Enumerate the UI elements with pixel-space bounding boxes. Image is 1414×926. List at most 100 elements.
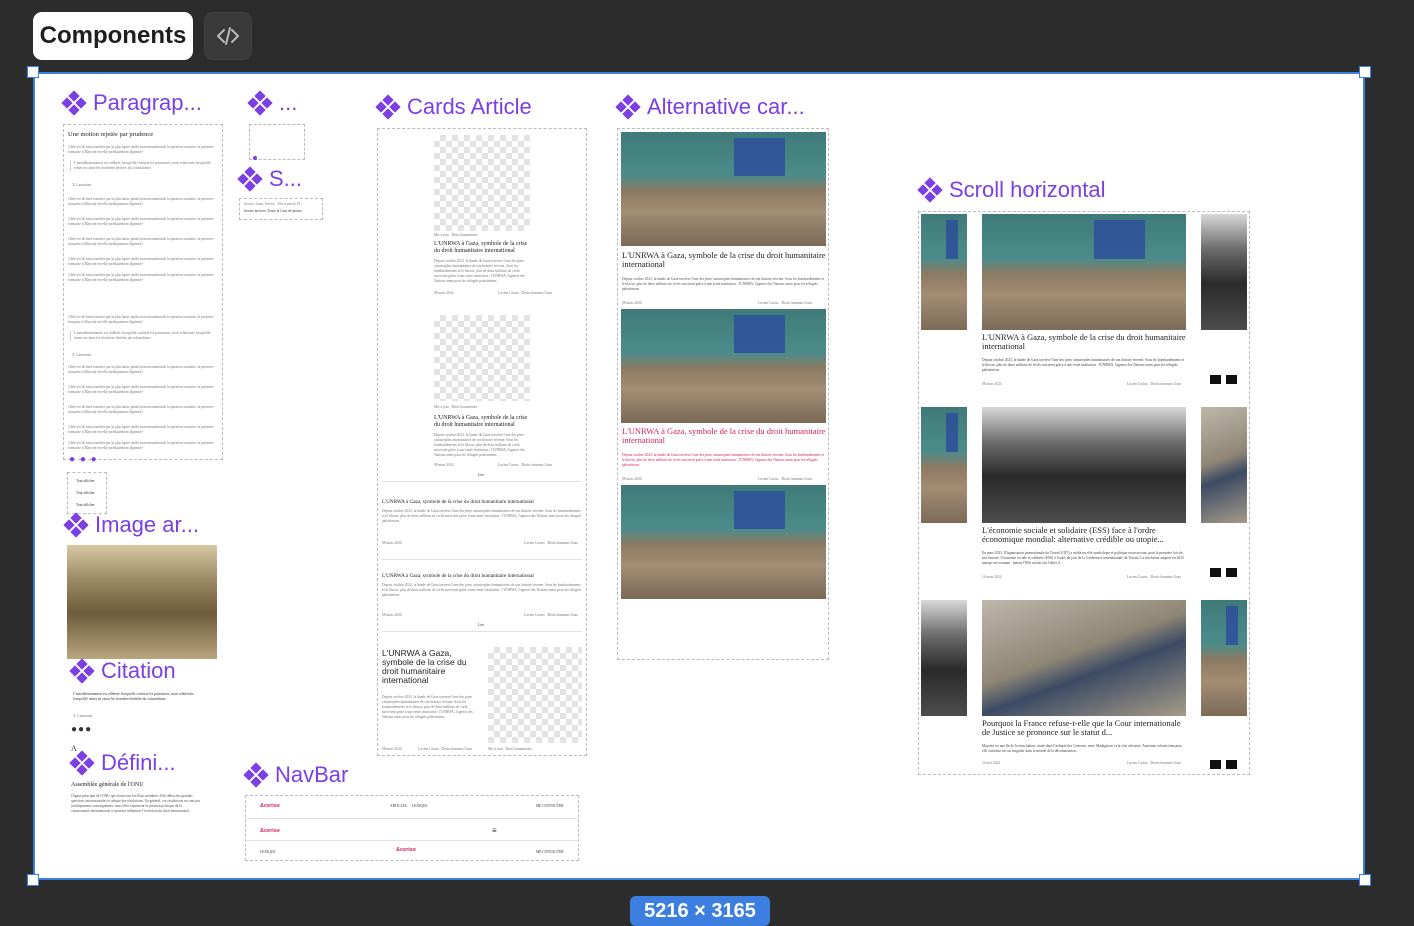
- dots-component[interactable]: [249, 124, 305, 160]
- navbar-logo[interactable]: &cerise: [396, 847, 416, 853]
- show-more-button[interactable]: Tout afficher: [76, 479, 95, 484]
- article-image: [67, 545, 217, 659]
- card-title[interactable]: L'UNRWA à Gaza, symbole de la crise du d…: [982, 333, 1186, 351]
- resize-handle-bottom-left[interactable]: [27, 874, 39, 886]
- resize-handle-top-right[interactable]: [1359, 66, 1371, 78]
- scroll-prev-button[interactable]: [1210, 568, 1221, 577]
- show-more-button[interactable]: Tout afficher: [76, 503, 95, 508]
- article-photo: [621, 485, 826, 599]
- nav-contact-link[interactable]: ME CONTACTER: [536, 850, 564, 855]
- card-title-hover[interactable]: L'UNRWA à Gaza, symbole de la crise du d…: [622, 427, 827, 445]
- article-photo: [982, 600, 1186, 716]
- component-label-citation[interactable]: Citation: [69, 658, 176, 684]
- component-label-image[interactable]: Image ar...: [63, 512, 199, 538]
- card-meta: Mis à jour · Droit humanitaire: [488, 747, 532, 751]
- more-dots-icon: ● ● ●: [69, 454, 98, 465]
- paragraph-text: Cible est de faire trancher par la plus …: [68, 441, 214, 450]
- card-title[interactable]: L'UNRWA à Gaza, symbole de la crise du d…: [434, 415, 534, 429]
- component-icon: [237, 166, 263, 192]
- article-photo: [982, 407, 1186, 523]
- component-icon: [615, 94, 641, 120]
- card-tags: Lucien Cactus · Droits humains Gaza: [758, 301, 812, 305]
- s-line: Justice, Gaza, Unrwa · Mis à jour le 10: [244, 202, 301, 206]
- card-date: 14 mars 2024: [982, 575, 1002, 579]
- card-date: 08 mars 2024: [382, 613, 402, 617]
- paragraph-text: Cible est de faire trancher par la plus …: [68, 145, 214, 154]
- card-date: 08 mars 2024: [434, 463, 454, 467]
- tab-components[interactable]: Components: [33, 12, 193, 60]
- divider: [382, 481, 582, 482]
- next-photo: [1201, 214, 1247, 330]
- paragraph-text: Cible est de faire trancher par la plus …: [68, 217, 214, 226]
- next-photo: [1201, 407, 1247, 523]
- card-date: 08 mars 2024: [622, 477, 642, 481]
- navbar-logo[interactable]: &cerise: [260, 803, 280, 809]
- component-label-alt[interactable]: Alternative car...: [615, 94, 805, 120]
- component-name: Image ar...: [95, 512, 199, 537]
- card-excerpt: En mars 2023, l'Organisation internation…: [982, 551, 1184, 565]
- paragraph-quote: L'autodétermination est célébrée lorsqu'…: [70, 161, 216, 171]
- card-title[interactable]: L'UNRWA à Gaza, symbole de la crise du d…: [434, 241, 534, 255]
- alternative-cards-component[interactable]: L'UNRWA à Gaza, symbole de la crise du d…: [617, 128, 829, 660]
- component-icon: [61, 90, 87, 116]
- card-date: 08 mars 2024: [622, 301, 642, 305]
- component-label-s[interactable]: S...: [237, 166, 302, 192]
- card-tags: Lucien Cactus · Droits humains Gaza: [1127, 575, 1181, 579]
- card-meta: Mis à jour · Droit humanitaire: [434, 405, 478, 409]
- component-label-dots[interactable]: ...: [247, 90, 297, 116]
- component-label-definition[interactable]: Défini...: [69, 750, 176, 776]
- paragraph-component[interactable]: Une motion rejetée par prudence Cible es…: [63, 124, 223, 460]
- card-excerpt: Depuis octobre 2023, la bande de Gaza tr…: [622, 453, 825, 467]
- resize-handle-top-left[interactable]: [27, 66, 39, 78]
- code-view-button[interactable]: [204, 12, 252, 60]
- navbar-logo[interactable]: &cerise: [260, 828, 280, 834]
- paragraph-text: Cible est de faire trancher par la plus …: [68, 237, 214, 246]
- read-more-link[interactable]: Lire: [478, 623, 484, 628]
- component-label-cards[interactable]: Cards Article: [375, 94, 532, 120]
- card-title[interactable]: L'économie sociale et solidaire (ESS) fa…: [982, 526, 1188, 544]
- card-title[interactable]: L'UNRWA à Gaza, symbole de la crise du d…: [382, 649, 480, 685]
- card-date: 08 mars 2024: [434, 291, 454, 295]
- show-more-button[interactable]: Tout afficher: [76, 491, 95, 496]
- hamburger-menu-icon[interactable]: ≡: [492, 826, 497, 835]
- nav-contact-link[interactable]: ME CONTACTER: [536, 804, 564, 809]
- card-title[interactable]: Pourquoi la France refuse-t-elle que la …: [982, 719, 1188, 737]
- s-line: Justice incisive, Toute la Cour de justi…: [244, 209, 302, 213]
- read-more-link[interactable]: Lire: [478, 473, 484, 478]
- card-excerpt: Depuis octobre 2023, la bande de Gaza tr…: [434, 259, 525, 283]
- card-date: 08 mars 2024: [382, 747, 402, 751]
- scroll-horizontal-component[interactable]: L'UNRWA à Gaza, symbole de la crise du d…: [918, 211, 1250, 775]
- card-title[interactable]: L'UNRWA à Gaza, symbole de la crise du d…: [382, 573, 582, 580]
- component-label-navbar[interactable]: NavBar: [243, 762, 348, 788]
- card-tags: Lucien Cactus · Droits humains Gaza: [1127, 382, 1181, 386]
- card-title[interactable]: L'UNRWA à Gaza, symbole de la crise du d…: [622, 251, 827, 269]
- s-component[interactable]: Justice, Gaza, Unrwa · Mis à jour le 10 …: [239, 198, 323, 220]
- scroll-next-button[interactable]: [1226, 760, 1237, 769]
- nav-link-lexique[interactable]: LEXIQUE: [412, 804, 428, 809]
- cards-article-component[interactable]: Mis à jour · Droit humanitaire L'UNRWA à…: [377, 128, 587, 756]
- card-tags: Lucien Cactus · Droits humains Gaza: [758, 477, 812, 481]
- scroll-next-button[interactable]: [1226, 375, 1237, 384]
- more-dots-icon: ●●●: [71, 724, 93, 735]
- scroll-prev-button[interactable]: [1210, 760, 1221, 769]
- component-name: Défini...: [101, 750, 176, 775]
- scroll-prev-button[interactable]: [1210, 375, 1221, 384]
- paragraph-text: Cible est de faire trancher par la plus …: [68, 385, 214, 394]
- paragraph-text: Cible est de faire trancher par la plus …: [68, 315, 214, 324]
- divider: [382, 631, 582, 632]
- component-label-scroll[interactable]: Scroll horizontal: [917, 177, 1106, 203]
- resize-handle-bottom-right[interactable]: [1359, 874, 1371, 886]
- quote-author: X. Lamartine: [72, 353, 92, 357]
- components-frame[interactable]: Paragrap... Une motion rejetée par prude…: [33, 72, 1365, 880]
- component-icon: [375, 94, 401, 120]
- component-icon: [69, 750, 95, 776]
- navbar-component[interactable]: &cerise ARTICLES LEXIQUE ME CONTACTER &c…: [245, 795, 579, 861]
- card-title[interactable]: L'UNRWA à Gaza, symbole de la crise du d…: [382, 499, 582, 506]
- scroll-next-button[interactable]: [1226, 568, 1237, 577]
- image-placeholder: [488, 647, 582, 743]
- component-name: Citation: [101, 658, 176, 683]
- nav-link-lexique[interactable]: LEXIQUE: [260, 850, 276, 855]
- nav-link-articles[interactable]: ARTICLES: [390, 804, 407, 809]
- show-more-stack[interactable]: Tout afficher Tout afficher Tout affiche…: [67, 472, 107, 514]
- component-label-paragraph[interactable]: Paragrap...: [61, 90, 202, 116]
